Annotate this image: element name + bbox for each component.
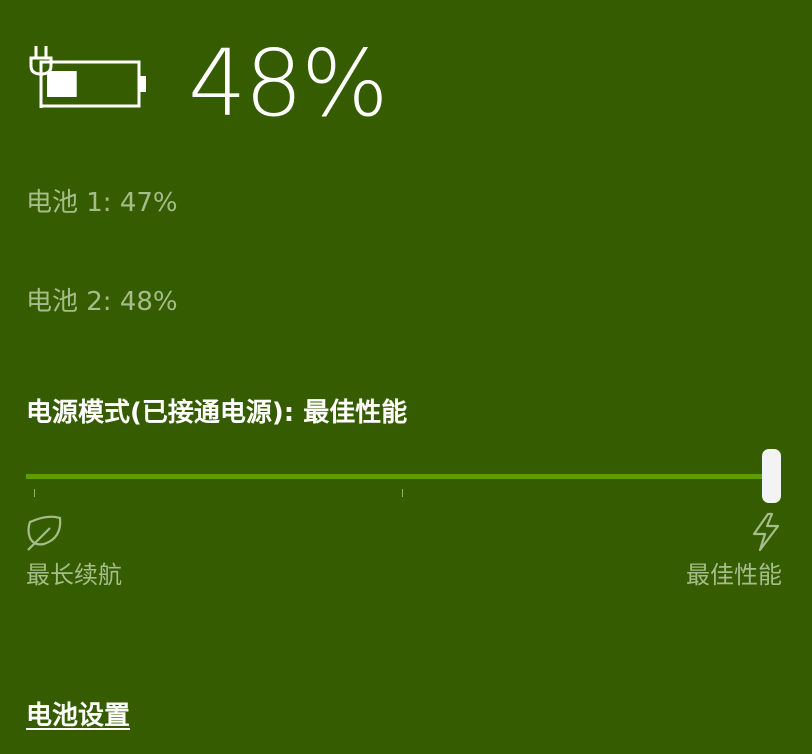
battery-fill <box>47 71 77 97</box>
battery-settings-link[interactable]: 电池设置 <box>26 698 130 734</box>
slider-tick <box>34 489 35 497</box>
battery-charging-icon <box>29 46 146 108</box>
slider-tick <box>402 489 403 497</box>
lightning-bolt-icon <box>752 512 780 552</box>
battery-header: 48% <box>26 34 526 134</box>
best-performance-label: 最佳性能 <box>686 561 782 589</box>
leaf-icon <box>27 515 62 551</box>
slider-track[interactable] <box>26 474 772 479</box>
battery-percentage: 48% <box>188 30 388 137</box>
power-mode-slider[interactable] <box>26 446 784 508</box>
battery-1-status: 电池 1: 47% <box>26 188 178 218</box>
power-mode-title: 电源模式(已接通电源): 最佳性能 <box>26 398 408 428</box>
slider-thumb[interactable] <box>762 449 781 503</box>
battery-2-status: 电池 2: 48% <box>26 287 178 317</box>
best-battery-label: 最长续航 <box>26 561 122 589</box>
